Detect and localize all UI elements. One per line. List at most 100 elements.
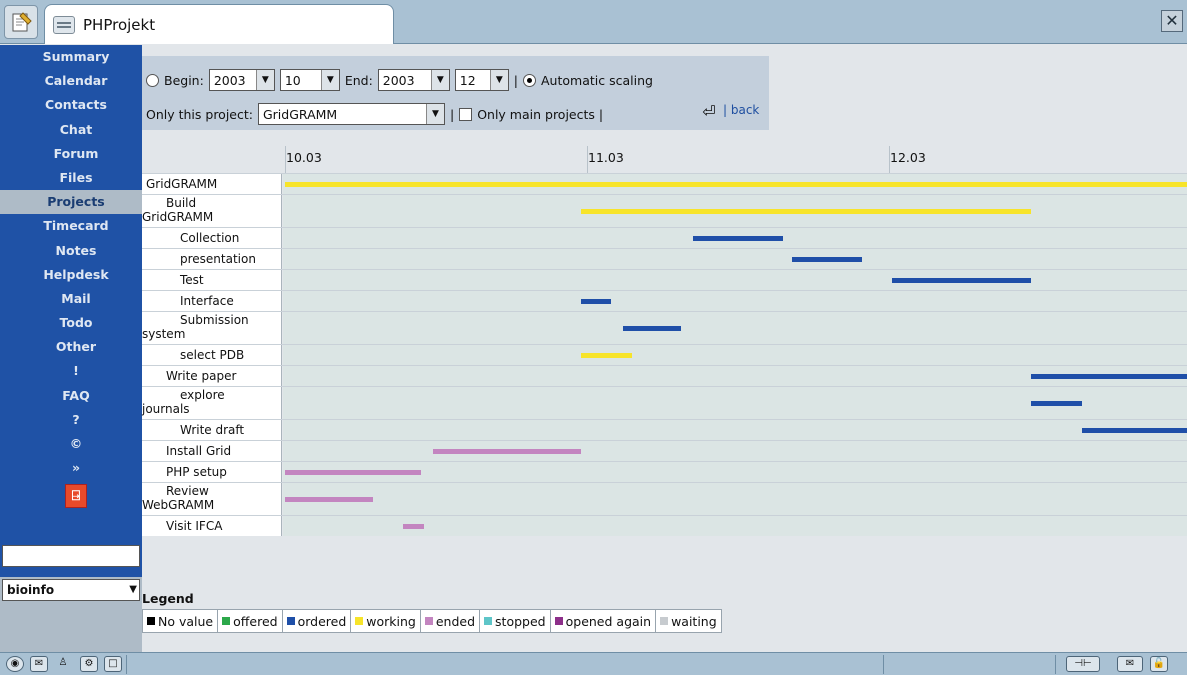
sidebar-search-input[interactable] bbox=[2, 545, 140, 567]
legend-label: ordered bbox=[297, 613, 347, 629]
person-icon[interactable]: ♙ bbox=[54, 656, 72, 672]
gantt-row[interactable]: Test bbox=[142, 269, 1187, 290]
project-name-cell[interactable]: explore journals bbox=[142, 387, 282, 419]
gantt-row[interactable]: Write draft bbox=[142, 419, 1187, 440]
window-titlebar: PHProjekt ✕ bbox=[0, 0, 1187, 44]
gantt-bar-ordered[interactable] bbox=[1082, 428, 1187, 433]
project-name: Build bbox=[166, 196, 197, 210]
project-name-cell[interactable]: select PDB bbox=[142, 345, 282, 365]
gantt-row[interactable]: Build GridGRAMM bbox=[142, 194, 1187, 227]
project-name-cell[interactable]: PHP setup bbox=[142, 462, 282, 482]
gantt-bar-working[interactable] bbox=[285, 182, 1187, 187]
gantt-row[interactable]: select PDB bbox=[142, 344, 1187, 365]
project-name-cell[interactable]: Install Grid bbox=[142, 441, 282, 461]
main-projects-checkbox[interactable] bbox=[459, 107, 473, 121]
project-name-cell[interactable]: Write draft bbox=[142, 420, 282, 440]
sidebar-item-contacts[interactable]: Contacts bbox=[0, 93, 142, 117]
project-name-cell[interactable]: presentation bbox=[142, 249, 282, 269]
project-name-cell[interactable]: Test bbox=[142, 270, 282, 290]
sidebar-item-forum[interactable]: Forum bbox=[0, 142, 142, 166]
gantt-bar-working[interactable] bbox=[580, 353, 633, 358]
logout-button[interactable]: ⍈ bbox=[65, 484, 87, 509]
sidebar-item-projects[interactable]: Projects bbox=[0, 190, 142, 215]
project-name-cell[interactable]: GridGRAMM bbox=[142, 174, 282, 194]
gantt-row[interactable]: presentation bbox=[142, 248, 1187, 269]
gantt-row[interactable]: Collection bbox=[142, 227, 1187, 248]
mail-tray-icon[interactable]: ✉ bbox=[1117, 656, 1143, 672]
project-select[interactable]: GridGRAMM ▼ bbox=[257, 103, 445, 125]
gantt-bar-ended[interactable] bbox=[285, 497, 373, 502]
gantt-bar-ordered[interactable] bbox=[623, 326, 681, 331]
gantt-bar-ended[interactable] bbox=[402, 524, 424, 529]
legend-item: waiting bbox=[656, 610, 721, 632]
gantt-row[interactable]: explore journals bbox=[142, 386, 1187, 419]
sidebar-item-mail[interactable]: Mail bbox=[0, 287, 142, 311]
close-button[interactable]: ✕ bbox=[1161, 10, 1183, 32]
sidebar-item-todo[interactable]: Todo bbox=[0, 311, 142, 335]
gantt-bar-ordered[interactable] bbox=[580, 299, 612, 304]
sidebar-item-notes[interactable]: Notes bbox=[0, 239, 142, 263]
legend-label: stopped bbox=[495, 613, 546, 629]
chevron-down-icon: ▼ bbox=[425, 104, 444, 124]
sidebar-item-sym13[interactable]: ! bbox=[0, 359, 142, 383]
gantt-row[interactable]: Visit IFCA bbox=[142, 515, 1187, 536]
project-name-cell[interactable]: Write paper bbox=[142, 366, 282, 386]
lock-icon[interactable]: 🔓 bbox=[1150, 656, 1168, 672]
settings-icon[interactable]: ⚙ bbox=[80, 656, 98, 672]
date-range-radio[interactable] bbox=[146, 73, 159, 87]
gantt-bar-working[interactable] bbox=[580, 209, 1031, 214]
begin-year-select[interactable]: 2003 ▼ bbox=[208, 69, 275, 91]
return-icon[interactable]: ⏎ bbox=[698, 104, 720, 120]
gantt-bar-ended[interactable] bbox=[432, 449, 581, 454]
gantt-bar-ordered[interactable] bbox=[1030, 401, 1083, 406]
automatic-scaling-radio[interactable] bbox=[523, 73, 536, 87]
gantt-bar-ended[interactable] bbox=[285, 470, 421, 475]
gantt-bar-ordered[interactable] bbox=[792, 257, 862, 262]
end-month-select[interactable]: 12 ▼ bbox=[454, 69, 509, 91]
sidebar-item-helpdesk[interactable]: Helpdesk bbox=[0, 263, 142, 287]
mail-icon[interactable]: ✉ bbox=[30, 656, 48, 672]
sidebar-item-chat[interactable]: Chat bbox=[0, 118, 142, 142]
nav-list: Summary Calendar Contacts Chat Forum Files Pro… bbox=[0, 45, 142, 480]
gantt-row[interactable]: Install Grid bbox=[142, 440, 1187, 461]
gantt-row[interactable]: Write paper bbox=[142, 365, 1187, 386]
gantt-row[interactable]: GridGRAMM bbox=[142, 173, 1187, 194]
project-name-cell[interactable]: Visit IFCA bbox=[142, 516, 282, 536]
begin-month-select[interactable]: 10 ▼ bbox=[279, 69, 340, 91]
sidebar-item-files[interactable]: Files bbox=[0, 166, 142, 190]
gantt-row[interactable]: Interface bbox=[142, 290, 1187, 311]
legend-item: stopped bbox=[480, 610, 551, 632]
sidebar-item-faq[interactable]: FAQ bbox=[0, 384, 142, 408]
window-tab[interactable]: PHProjekt bbox=[44, 4, 394, 44]
sidebar-item-other[interactable]: Other bbox=[0, 335, 142, 359]
sidebar-item-sym16[interactable]: © bbox=[0, 432, 142, 456]
gantt-row[interactable]: Review WebGRAMM bbox=[142, 482, 1187, 515]
project-name-cell[interactable]: Build GridGRAMM bbox=[142, 195, 282, 227]
app-menu-button[interactable] bbox=[4, 5, 38, 39]
project-name-cell[interactable]: Interface bbox=[142, 291, 282, 311]
gantt-header: 10.03 11.03 12.03 bbox=[142, 146, 1187, 173]
globe-icon[interactable]: ◉ bbox=[6, 656, 24, 672]
gantt-bar-ordered[interactable] bbox=[1030, 374, 1187, 379]
gantt-track bbox=[283, 420, 1187, 440]
project-name-cell[interactable]: Collection bbox=[142, 228, 282, 248]
sidebar-item-sym17[interactable]: » bbox=[0, 456, 142, 480]
sidebar-item-timecard[interactable]: Timecard bbox=[0, 214, 142, 238]
network-icon[interactable]: ⊣⊢ bbox=[1066, 656, 1100, 672]
project-name-cell[interactable]: Submission system bbox=[142, 312, 282, 344]
window-icon[interactable]: □ bbox=[104, 656, 122, 672]
sidebar-item-calendar[interactable]: Calendar bbox=[0, 69, 142, 93]
month-label: 10.03 bbox=[286, 150, 322, 165]
gantt-bar-ordered[interactable] bbox=[892, 278, 1031, 283]
back-link[interactable]: | back bbox=[723, 103, 759, 117]
project-name: PHP setup bbox=[166, 465, 227, 479]
project-name: Write paper bbox=[166, 369, 237, 383]
gantt-row[interactable]: Submission system bbox=[142, 311, 1187, 344]
sidebar-item-sym15[interactable]: ? bbox=[0, 408, 142, 432]
group-select[interactable]: bioinfo ▼ bbox=[2, 579, 140, 601]
gantt-row[interactable]: PHP setup bbox=[142, 461, 1187, 482]
end-year-select[interactable]: 2003 ▼ bbox=[377, 69, 450, 91]
sidebar-item-summary[interactable]: Summary bbox=[0, 45, 142, 69]
project-name-cell[interactable]: Review WebGRAMM bbox=[142, 483, 282, 515]
gantt-bar-ordered[interactable] bbox=[692, 236, 784, 241]
